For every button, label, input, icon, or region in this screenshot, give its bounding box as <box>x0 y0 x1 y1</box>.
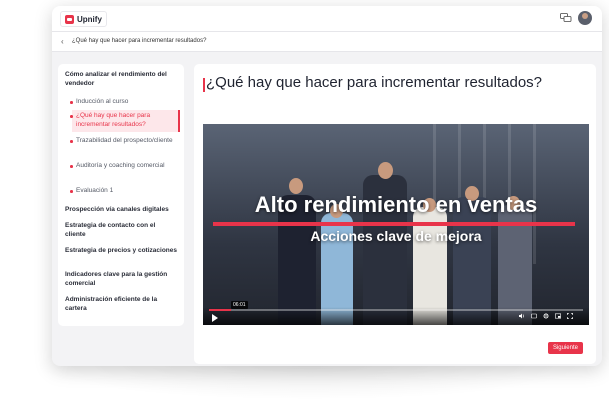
top-bar: Upnify <box>52 6 602 32</box>
person-head <box>378 162 393 179</box>
chat-icon[interactable] <box>560 13 572 23</box>
cc-icon[interactable] <box>531 313 537 319</box>
lesson-title: ¿Qué hay que hacer para incrementar resu… <box>206 74 543 91</box>
course-sidebar: Cómo analizar el rendimiento del vendedo… <box>58 64 184 326</box>
bullet-icon <box>70 190 73 193</box>
video-title-underline <box>213 222 575 226</box>
sidebar-section-rendimiento[interactable]: Cómo analizar el rendimiento del vendedo… <box>65 70 177 88</box>
app-name: Upnify <box>77 14 102 24</box>
video-subtitle: Acciones clave de mejora <box>310 228 482 244</box>
video-time: 06:01 <box>231 301 248 309</box>
settings-icon[interactable] <box>543 313 549 319</box>
play-icon[interactable] <box>212 314 218 322</box>
logo-icon <box>65 14 74 24</box>
breadcrumb: ‹ ¿Qué hay que hacer para incrementar re… <box>52 32 602 52</box>
back-icon[interactable]: ‹ <box>61 37 64 46</box>
lesson-content: ¿Qué hay que hacer para incrementar resu… <box>194 64 596 364</box>
sidebar-item-trazabilidad[interactable]: Trazabilidad del prospecto/cliente <box>76 136 176 145</box>
sidebar-item-auditoria[interactable]: Auditoría y coaching comercial <box>76 161 176 170</box>
bullet-icon <box>70 165 73 168</box>
video-player[interactable]: Alto rendimiento en ventas Acciones clav… <box>203 124 589 325</box>
video-controls: 06:01 <box>203 301 589 325</box>
pip-icon[interactable] <box>555 313 561 319</box>
bullet-icon <box>70 140 73 143</box>
fullscreen-icon[interactable] <box>567 313 573 319</box>
video-progress-fill <box>209 309 232 311</box>
sidebar-item-incrementar[interactable]: ¿Qué hay que hacer para incrementar resu… <box>76 111 176 129</box>
bullet-icon <box>70 115 73 118</box>
bullet-icon <box>70 101 73 104</box>
video-title: Alto rendimiento en ventas <box>254 192 538 217</box>
sidebar-item-evaluacion[interactable]: Evaluación 1 <box>76 186 176 195</box>
sidebar-item-induccion[interactable]: Inducción al curso <box>76 97 176 106</box>
volume-icon[interactable] <box>519 313 525 319</box>
app-logo[interactable]: Upnify <box>60 11 107 27</box>
sidebar-section-precios[interactable]: Estrategia de precios y cotizaciones <box>65 246 177 255</box>
breadcrumb-text: ¿Qué hay que hacer para incrementar resu… <box>72 38 207 44</box>
title-accent <box>203 78 205 92</box>
next-button[interactable]: Siguiente <box>547 342 583 354</box>
app-window: Upnify ‹ ¿Qué hay que hacer para increme… <box>52 6 602 366</box>
video-progress[interactable]: 06:01 <box>209 301 583 311</box>
sidebar-section-indicadores[interactable]: Indicadores clave para la gestión comerc… <box>65 270 177 288</box>
sidebar-section-cartera[interactable]: Administración eficiente de la cartera <box>65 295 177 313</box>
sidebar-section-contacto[interactable]: Estrategia de contacto con el cliente <box>65 221 177 239</box>
sidebar-section-prospeccion[interactable]: Prospección vía canales digitales <box>65 205 177 214</box>
avatar[interactable] <box>578 11 592 25</box>
